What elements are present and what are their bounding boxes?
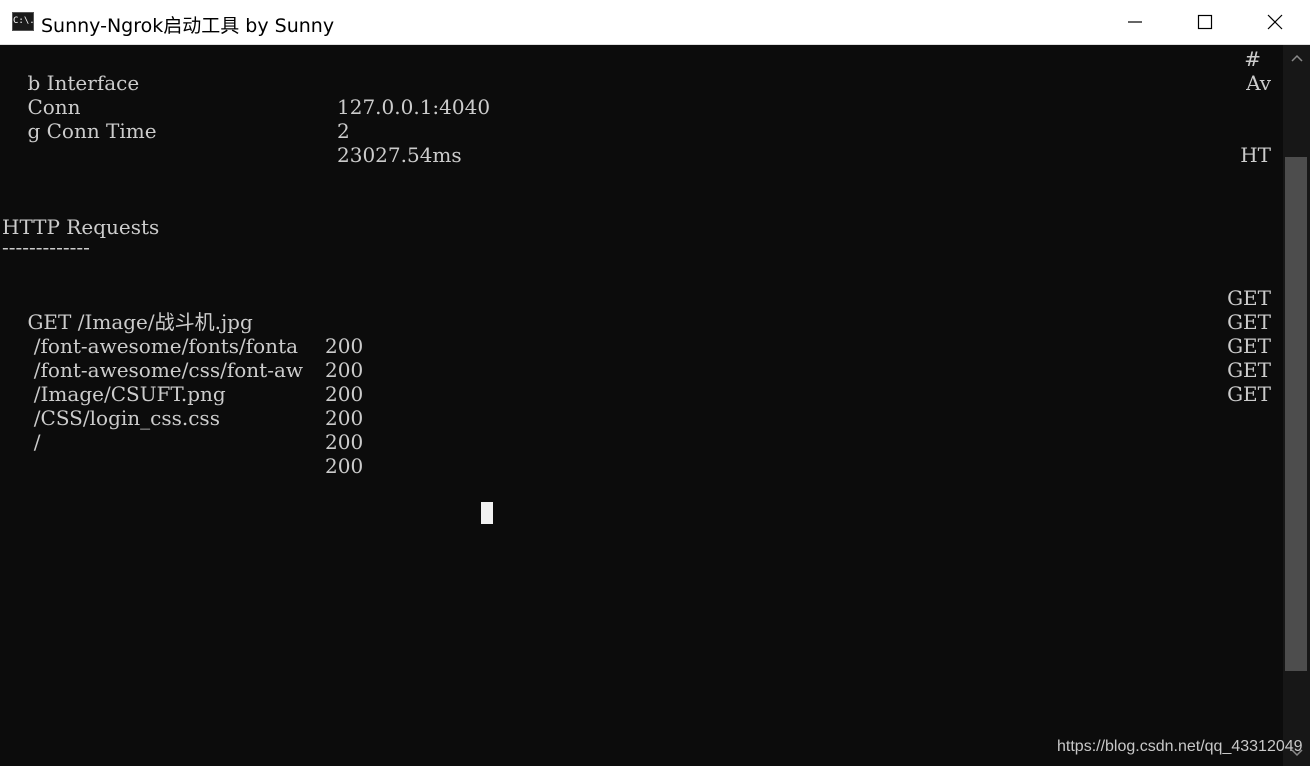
right-fragment: # xyxy=(1244,47,1261,71)
window-title: Sunny-Ngrok启动工具 by Sunny xyxy=(41,15,335,37)
request-method-fragment: GET xyxy=(1227,358,1271,382)
request-row: /font-awesome/css/font-aw 200 xyxy=(2,334,363,406)
request-row: GET /Image/战斗机.jpg 200 xyxy=(2,286,363,358)
status-value: 23027.54ms xyxy=(337,143,462,167)
request-status: 200 xyxy=(325,406,364,430)
terminal-output[interactable]: b Interface 127.0.0.1:4040 Conn 2 g Conn… xyxy=(0,45,1283,766)
close-button[interactable] xyxy=(1240,0,1310,44)
request-status: 200 xyxy=(325,454,364,478)
request-status: 200 xyxy=(325,358,364,382)
status-line: b Interface 127.0.0.1:4040 xyxy=(2,47,490,119)
request-status: 200 xyxy=(325,382,364,406)
scroll-thumb[interactable] xyxy=(1285,157,1307,671)
watermark: https://blog.csdn.net/qq_43312049 xyxy=(1057,738,1303,755)
scroll-up-button[interactable] xyxy=(1283,51,1310,65)
request-method-fragment: GET xyxy=(1227,310,1271,334)
request-row: / 200 xyxy=(2,406,363,478)
status-value: 2 xyxy=(337,119,350,143)
request-method-fragment: GET xyxy=(1227,334,1271,358)
status-label: g Conn Time xyxy=(27,119,157,143)
minimize-button[interactable] xyxy=(1100,0,1170,44)
request-status: 200 xyxy=(325,334,364,358)
maximize-button[interactable] xyxy=(1170,0,1240,44)
text-cursor xyxy=(481,502,493,524)
request-row: /font-awesome/fonts/fonta 200 xyxy=(2,310,363,382)
console-app-icon[interactable]: C:\. xyxy=(12,12,35,31)
request-path: / xyxy=(27,430,41,454)
vertical-scrollbar[interactable] xyxy=(1283,45,1310,766)
title-bar[interactable]: C:\. Sunny-Ngrok启动工具 by Sunny xyxy=(0,0,1310,45)
request-method-fragment: GET xyxy=(1227,286,1271,310)
status-line: g Conn Time 23027.54ms xyxy=(2,95,461,167)
request-path: /CSS/login_css.css xyxy=(27,406,220,430)
maximize-icon xyxy=(1197,14,1213,30)
status-value: 127.0.0.1:4040 xyxy=(337,95,491,119)
status-line: Conn 2 xyxy=(2,71,349,143)
right-fragment: Av xyxy=(1246,71,1271,95)
minimize-icon xyxy=(1128,21,1142,23)
request-row: /Image/CSUFT.png 200 xyxy=(2,358,363,430)
request-method-fragment: GET xyxy=(1227,382,1271,406)
request-status: 200 xyxy=(325,430,364,454)
right-fragment: HT xyxy=(1240,143,1271,167)
close-icon xyxy=(1267,14,1283,30)
section-underline: ------------- xyxy=(2,235,90,259)
request-row: /CSS/login_css.css 200 xyxy=(2,382,363,454)
chevron-up-icon xyxy=(1290,54,1303,62)
